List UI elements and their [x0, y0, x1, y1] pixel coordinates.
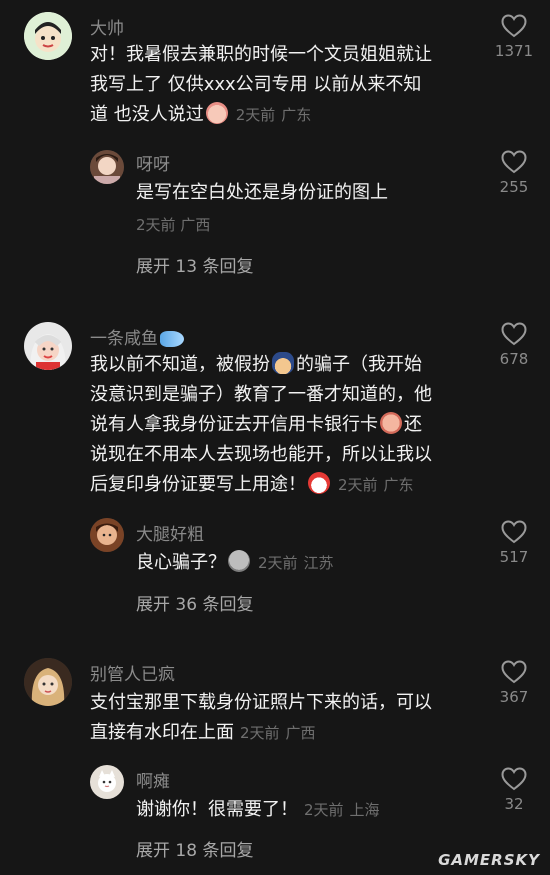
like-count: 517	[499, 548, 529, 566]
heart-icon	[501, 14, 527, 38]
comment-time: 2天前	[240, 724, 280, 742]
reply-meta: 2天前 广西	[136, 216, 211, 234]
comment-text: 支付宝那里下载身份证照片下来的话，可以 直接有水印在上面 2天前 广西	[90, 688, 490, 748]
ghost-face-emoji	[228, 550, 250, 572]
police-officer-emoji	[272, 352, 294, 374]
clown-face-emoji	[308, 472, 330, 494]
avatar[interactable]	[90, 150, 124, 184]
avatar[interactable]	[24, 658, 72, 706]
baby-face-emoji	[205, 102, 228, 124]
like-count: 1371	[494, 42, 534, 60]
like-button[interactable]: 255	[484, 150, 544, 196]
comment-line: 道 也没人说过 2天前 广东	[90, 102, 312, 125]
comment-time: 2天前	[235, 106, 276, 124]
reply-author[interactable]: 大腿好粗	[136, 520, 204, 545]
avatar[interactable]	[90, 518, 124, 552]
like-count: 367	[499, 688, 529, 706]
comment-line: 对！我暑假去兼职的时候一个文员姐姐就让	[90, 44, 432, 65]
like-button[interactable]: 367	[484, 660, 544, 706]
avatar[interactable]	[24, 322, 72, 370]
comment-text: 我以前不知道，被假扮 的骗子（我开始 没意识到是骗子）教育了一番才知道的，他 说有…	[90, 350, 490, 500]
reply-text: 是写在空白处还是身份证的图上	[136, 182, 388, 203]
comment-time: 2天前	[338, 476, 378, 494]
comment-text: 对！我暑假去兼职的时候一个文员姐姐就让 我写上了 仅供xxx公司专用 以前从来不…	[90, 40, 490, 130]
reply-text: 良心骗子？ 2天前 江苏	[136, 550, 334, 573]
fish-emoji	[160, 331, 184, 347]
reply-location: 江苏	[303, 554, 334, 572]
like-count: 32	[504, 795, 524, 813]
comment-line: 直接有水印在上面 2天前 广西	[90, 722, 316, 743]
heart-icon	[501, 520, 527, 544]
heart-icon	[501, 660, 527, 684]
dizzy-face-emoji	[380, 412, 402, 434]
heart-icon	[501, 322, 527, 346]
expand-replies-button[interactable]: 展开 18 条回复	[136, 836, 253, 861]
reply-author[interactable]: 啊瘫	[136, 767, 170, 792]
reply-time: 2天前	[304, 801, 344, 819]
comment-author[interactable]: 别管人已疯	[90, 660, 175, 685]
like-button[interactable]: 678	[484, 322, 544, 368]
heart-icon	[501, 767, 527, 791]
comment-location: 广西	[285, 724, 316, 742]
comment-line: 我以前不知道，被假扮 的骗子（我开始	[90, 352, 422, 375]
comment-author[interactable]: 大帅	[90, 14, 124, 39]
like-count: 678	[499, 350, 529, 368]
expand-replies-button[interactable]: 展开 13 条回复	[136, 252, 253, 277]
comment-author[interactable]: 一条咸鱼	[90, 324, 186, 349]
heart-icon	[501, 150, 527, 174]
comment-line: 我写上了 仅供xxx公司专用 以前从来不知	[90, 74, 422, 95]
expand-replies-button[interactable]: 展开 36 条回复	[136, 590, 253, 615]
reply-author[interactable]: 呀呀	[136, 150, 170, 175]
watermark-logo: GAMERSKY	[438, 851, 540, 869]
reply-location: 上海	[349, 801, 380, 819]
reply-text: 谢谢你！很需要了！ 2天前 上海	[136, 799, 380, 820]
like-button[interactable]: 517	[484, 520, 544, 566]
avatar[interactable]	[90, 765, 124, 799]
reply-time: 2天前	[258, 554, 298, 572]
comment-line: 后复印身份证要写上用途！ 2天前 广东	[90, 472, 414, 495]
comment-line: 支付宝那里下载身份证照片下来的话，可以	[90, 692, 432, 713]
like-button[interactable]: 32	[484, 767, 544, 813]
like-button[interactable]: 1371	[484, 14, 544, 60]
comment-location: 广东	[383, 476, 414, 494]
comment-line: 说有人拿我身份证去开信用卡银行卡还	[90, 412, 422, 435]
comment-location: 广东	[281, 106, 312, 124]
avatar[interactable]	[24, 12, 72, 60]
like-count: 255	[499, 178, 529, 196]
comment-line: 没意识到是骗子）教育了一番才知道的，他	[90, 384, 432, 405]
comment-line: 说现在不用本人去现场也能开，所以让我以	[90, 444, 432, 465]
